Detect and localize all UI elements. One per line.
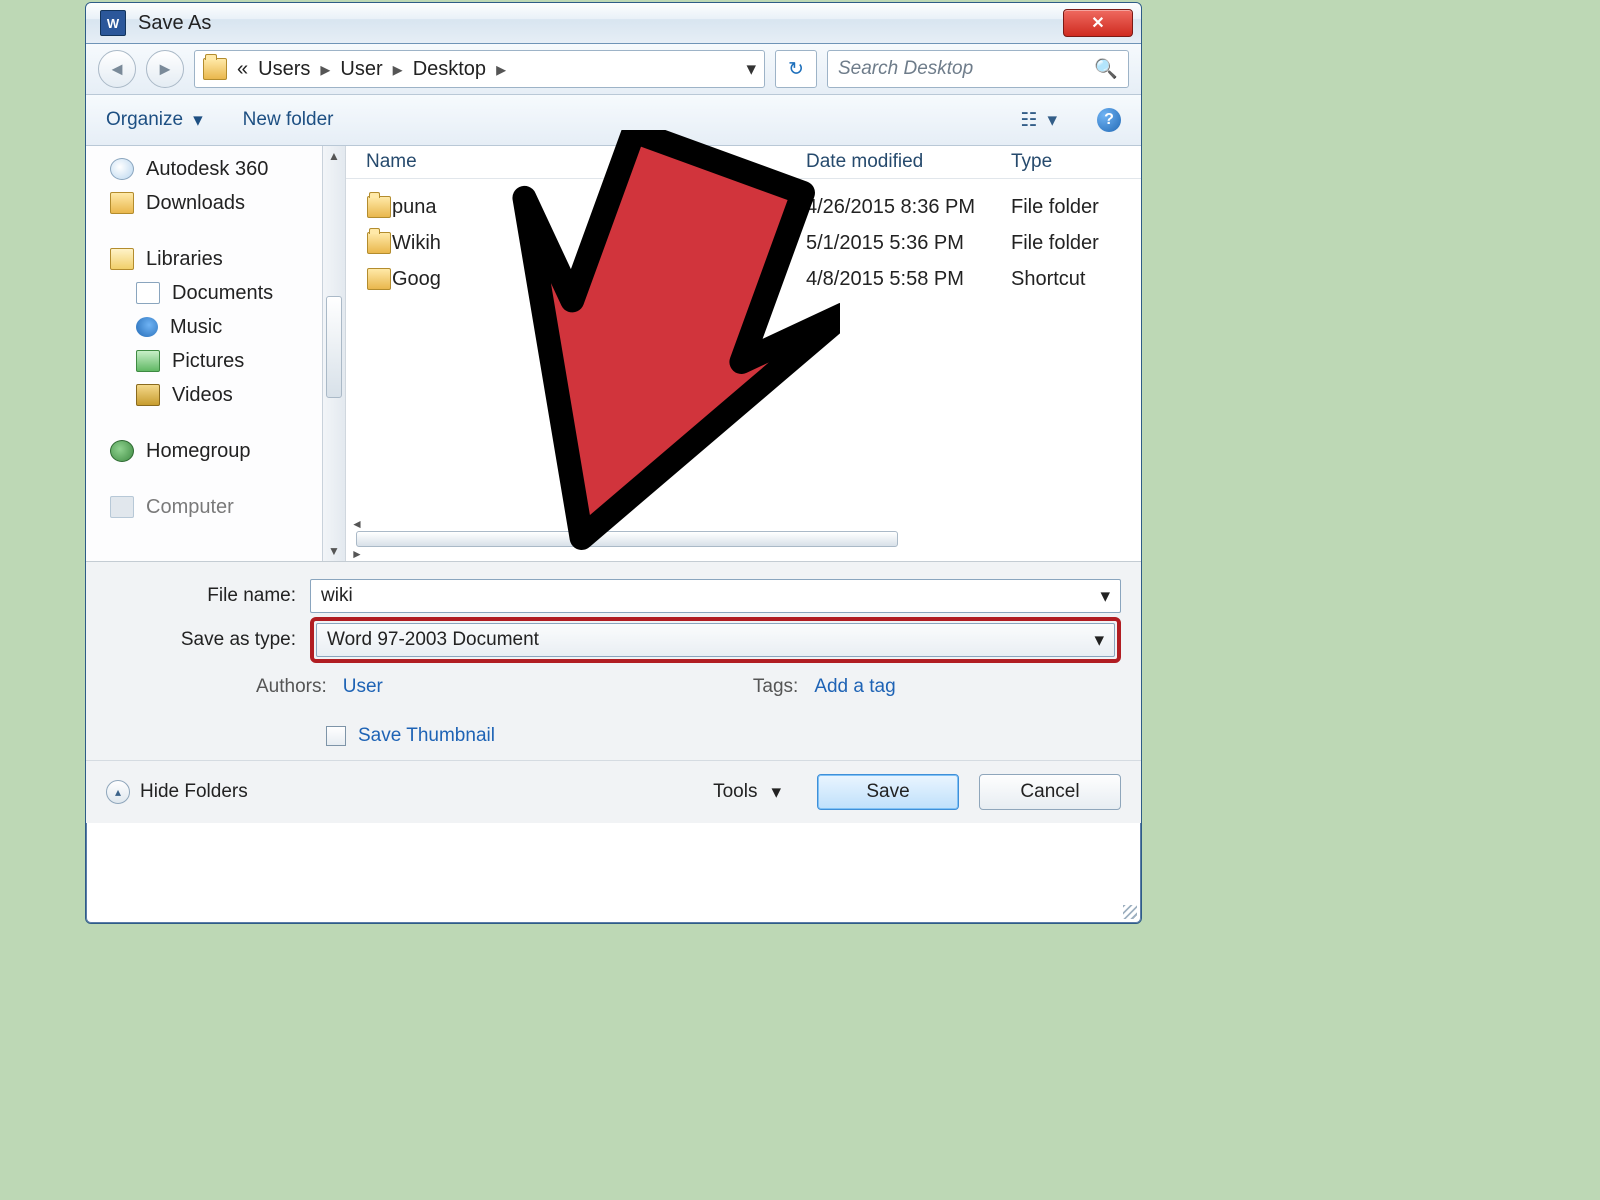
- pictures-icon: [136, 350, 160, 372]
- download-icon: [110, 192, 134, 214]
- cancel-button[interactable]: Cancel: [979, 774, 1121, 810]
- close-icon: ✕: [1091, 13, 1104, 33]
- file-name-label: File name:: [106, 585, 296, 607]
- search-input[interactable]: Search Desktop 🔍: [827, 50, 1129, 88]
- scroll-up-icon[interactable]: ▲: [323, 146, 345, 166]
- list-item[interactable]: Goog 4/8/2015 5:58 PM Shortcut: [366, 261, 1141, 297]
- sidebar-item-documents[interactable]: Documents: [110, 276, 341, 310]
- breadcrumb-overflow[interactable]: «: [237, 58, 248, 81]
- save-thumbnail-checkbox[interactable]: [326, 726, 346, 746]
- chevron-down-icon: ▾: [771, 781, 781, 804]
- sidebar-item-videos[interactable]: Videos: [110, 378, 341, 412]
- forward-icon: ►: [156, 59, 174, 80]
- tools-menu[interactable]: Tools ▾: [713, 781, 781, 804]
- save-type-label: Save as type:: [106, 629, 296, 651]
- search-icon: 🔍: [1094, 57, 1118, 81]
- list-item[interactable]: Wikih 5/1/2015 5:36 PM File folder: [366, 225, 1141, 261]
- sidebar-item-music[interactable]: Music: [110, 310, 341, 344]
- list-item[interactable]: puna 4/26/2015 8:36 PM File folder: [366, 189, 1141, 225]
- folder-icon: [367, 232, 391, 254]
- sidebar-item-autodesk360[interactable]: Autodesk 360: [110, 152, 341, 186]
- file-name-input[interactable]: wiki ▾: [310, 579, 1121, 613]
- sidebar-item-pictures[interactable]: Pictures: [110, 344, 341, 378]
- sidebar-item-downloads[interactable]: Downloads: [110, 186, 341, 220]
- form-panel: File name: wiki ▾ Save as type: Word 97-…: [86, 562, 1141, 760]
- folder-icon: [367, 196, 391, 218]
- title-bar: W Save As ✕: [86, 3, 1141, 44]
- forward-button[interactable]: ►: [146, 50, 184, 88]
- authors-label: Authors:: [256, 676, 327, 698]
- breadcrumb-item[interactable]: Desktop: [413, 58, 486, 81]
- scroll-down-icon[interactable]: ▼: [323, 541, 345, 561]
- back-icon: ◄: [108, 59, 126, 80]
- breadcrumb-item[interactable]: Users: [258, 58, 310, 81]
- sidebar-item-computer[interactable]: Computer: [110, 490, 341, 524]
- chevron-down-icon: ▾: [193, 109, 203, 132]
- computer-icon: [110, 496, 134, 518]
- refresh-button[interactable]: ↻: [775, 50, 817, 88]
- authors-value[interactable]: User: [343, 676, 383, 698]
- sidebar-group-libraries[interactable]: Libraries: [110, 242, 341, 276]
- videos-icon: [136, 384, 160, 406]
- new-folder-button[interactable]: New folder: [243, 109, 334, 131]
- breadcrumb-item[interactable]: User: [340, 58, 382, 81]
- horizontal-scrollbar[interactable]: ◄ ►: [346, 517, 1141, 561]
- scroll-left-icon[interactable]: ◄: [346, 517, 368, 531]
- sidebar-item-homegroup[interactable]: Homegroup: [110, 434, 341, 468]
- breadcrumb[interactable]: « Users▸ User▸ Desktop▸ ▾: [194, 50, 765, 88]
- chevron-down-icon: ▾: [1047, 109, 1057, 132]
- window-title: Save As: [138, 12, 211, 35]
- view-icon: ☷: [1020, 109, 1037, 132]
- cloud-icon: [110, 158, 134, 180]
- tags-value[interactable]: Add a tag: [814, 676, 895, 698]
- file-list: puna 4/26/2015 8:36 PM File folder Wikih…: [346, 179, 1141, 517]
- save-thumbnail-label[interactable]: Save Thumbnail: [358, 725, 495, 747]
- view-menu[interactable]: ☷ ▾: [1020, 109, 1057, 132]
- chevron-down-icon[interactable]: ▾: [1094, 629, 1104, 652]
- shortcut-icon: [367, 268, 391, 290]
- libraries-icon: [110, 248, 134, 270]
- column-headers[interactable]: Name Date modified Type: [346, 146, 1141, 179]
- nav-bar: ◄ ► « Users▸ User▸ Desktop▸ ▾ ↻ Search D…: [86, 44, 1141, 95]
- toolbar: Organize ▾ New folder ☷ ▾ ?: [86, 95, 1141, 146]
- hide-folders-button[interactable]: ▴ Hide Folders: [106, 780, 248, 804]
- scroll-thumb[interactable]: [356, 531, 898, 547]
- organize-menu[interactable]: Organize ▾: [106, 109, 203, 132]
- sidebar-scrollbar[interactable]: ▲ ▼: [322, 146, 345, 561]
- save-type-dropdown[interactable]: Word 97-2003 Document ▾: [316, 623, 1115, 657]
- homegroup-icon: [110, 440, 134, 462]
- documents-icon: [136, 282, 160, 304]
- word-icon: W: [100, 10, 126, 36]
- sidebar: Autodesk 360 Downloads Libraries Documen…: [86, 146, 346, 561]
- save-button[interactable]: Save: [817, 774, 959, 810]
- file-pane: Name Date modified Type puna 4/26/2015 8…: [346, 146, 1141, 561]
- resize-grip-icon[interactable]: [1123, 905, 1137, 919]
- close-button[interactable]: ✕: [1063, 9, 1133, 37]
- scroll-right-icon[interactable]: ►: [346, 547, 368, 561]
- body: Autodesk 360 Downloads Libraries Documen…: [86, 146, 1141, 562]
- back-button[interactable]: ◄: [98, 50, 136, 88]
- tags-label: Tags:: [753, 676, 798, 698]
- col-name[interactable]: Name: [366, 151, 806, 173]
- col-date[interactable]: Date modified: [806, 151, 1011, 173]
- music-icon: [136, 317, 158, 337]
- refresh-icon: ↻: [788, 58, 804, 81]
- scroll-thumb[interactable]: [326, 296, 342, 398]
- dialog-footer: ▴ Hide Folders Tools ▾ Save Cancel: [86, 760, 1141, 823]
- save-type-highlight: Word 97-2003 Document ▾: [310, 617, 1121, 663]
- help-icon: ?: [1104, 111, 1114, 129]
- search-placeholder: Search Desktop: [838, 58, 973, 80]
- save-as-dialog: W Save As ✕ ◄ ► « Users▸ User▸ Desktop▸ …: [85, 2, 1142, 924]
- breadcrumb-dropdown-icon[interactable]: ▾: [746, 58, 756, 81]
- chevron-up-icon: ▴: [106, 780, 130, 804]
- col-type[interactable]: Type: [1011, 151, 1052, 173]
- chevron-down-icon[interactable]: ▾: [1100, 585, 1110, 608]
- help-button[interactable]: ?: [1097, 108, 1121, 132]
- folder-icon: [203, 58, 227, 80]
